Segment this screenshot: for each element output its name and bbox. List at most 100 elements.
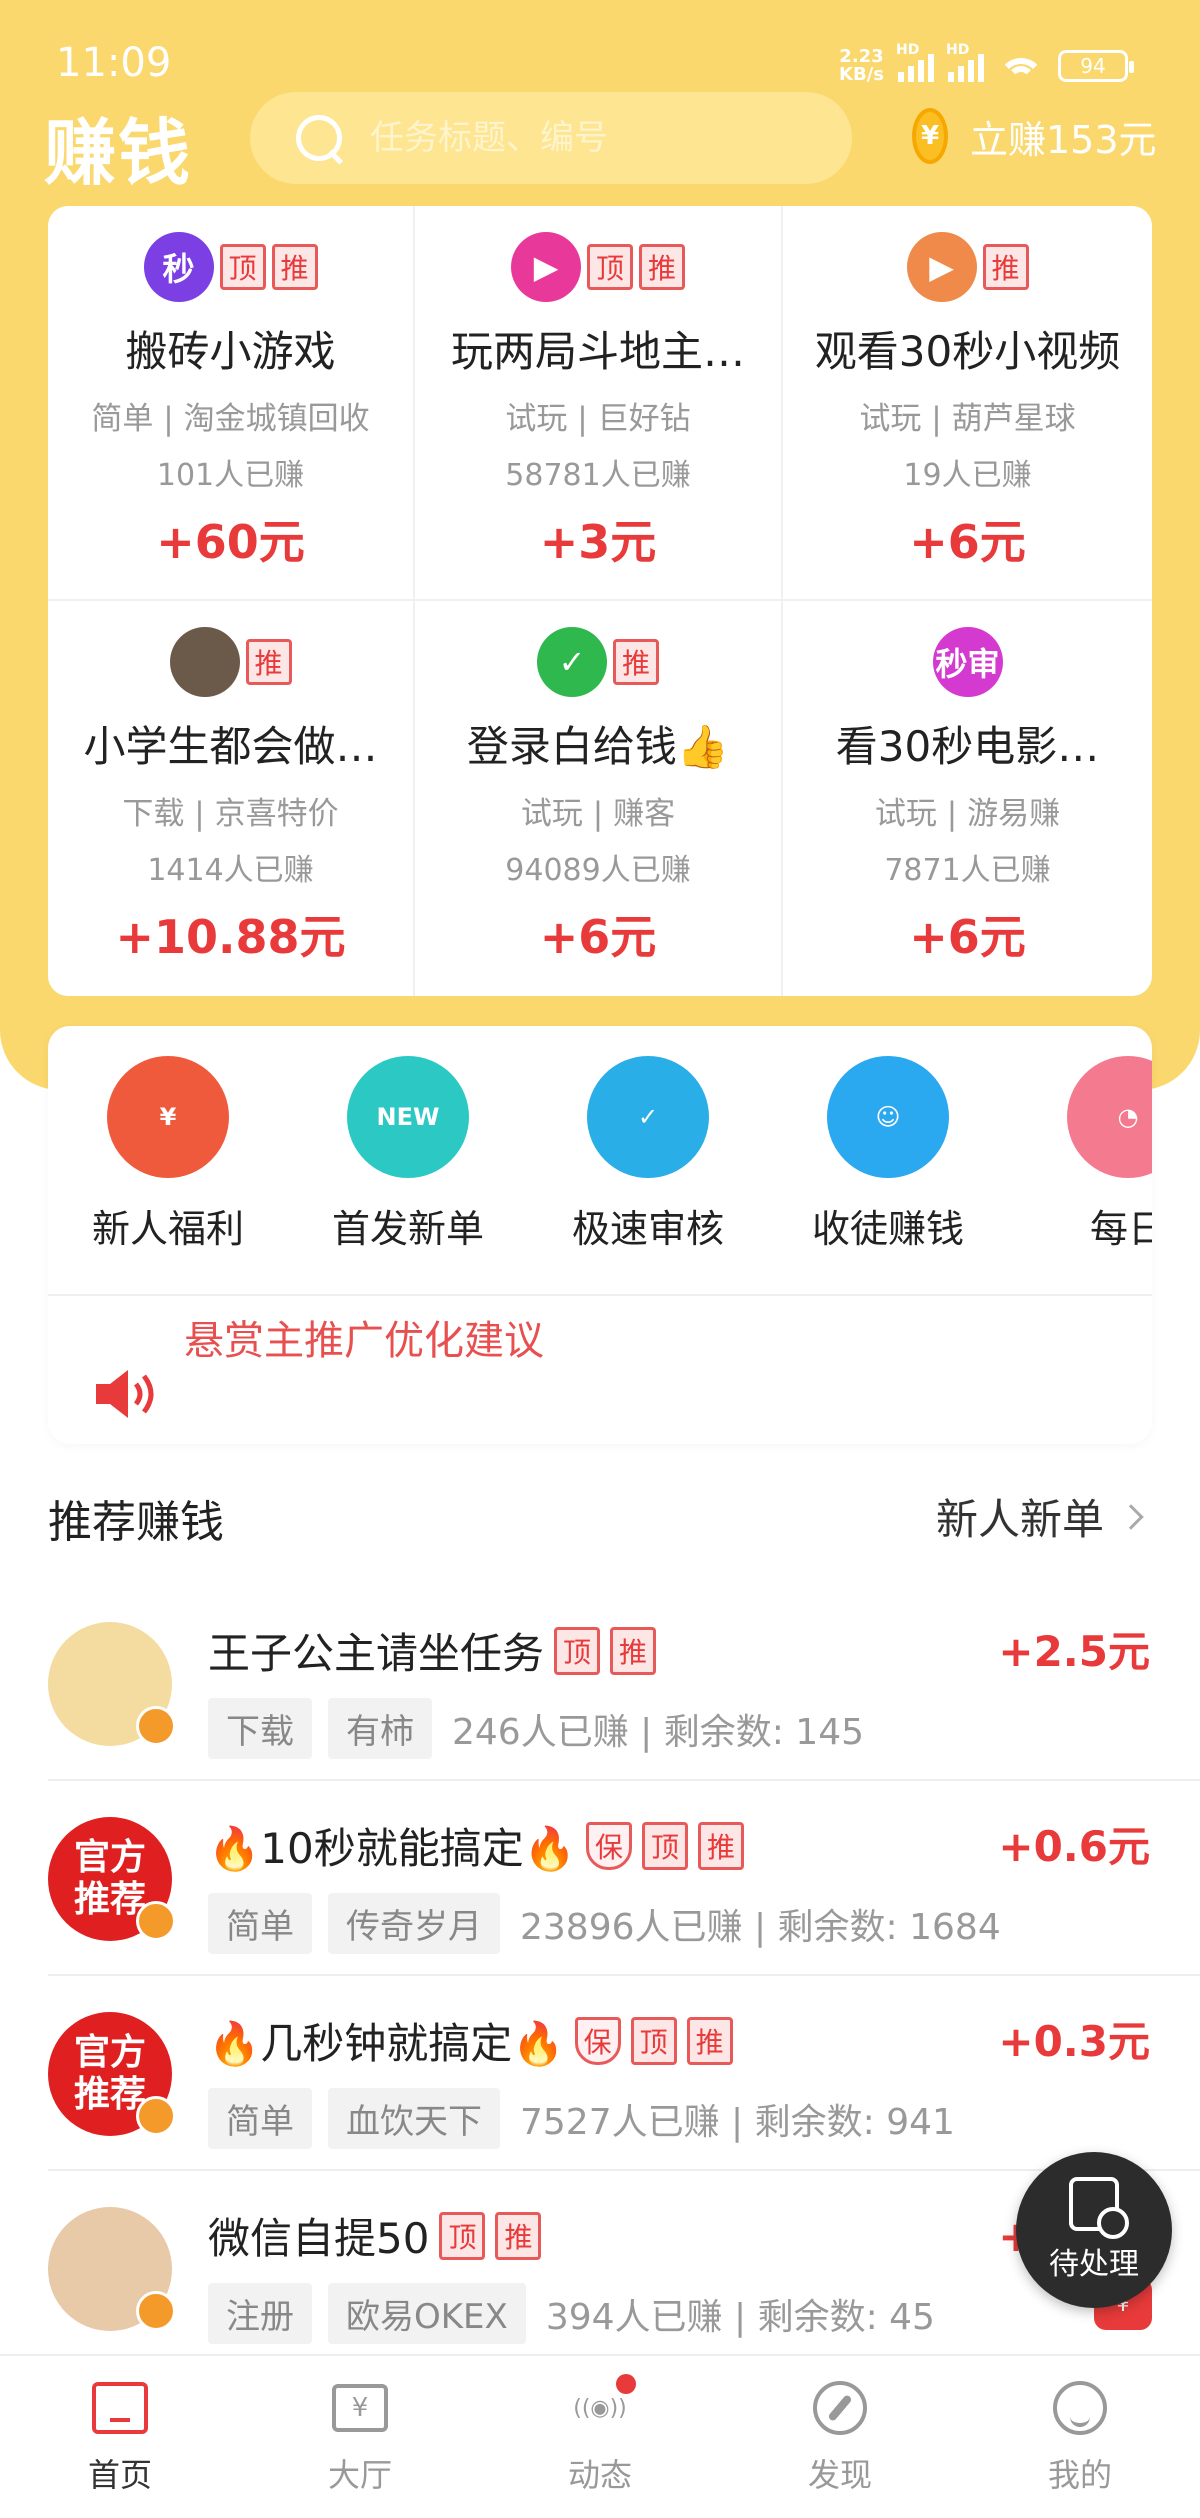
featured-task[interactable]: 秒顶推搬砖小游戏 简单 | 淘金城镇回收 101人已赚 +60元 (48, 206, 415, 601)
tag-badge: 推 (613, 639, 659, 685)
tag-badge: 推 (495, 2211, 542, 2260)
task-meta: 简单 血饮天下 7527人已赚 | 剩余数: 941 (208, 2088, 955, 2149)
featured-badges: 推 (169, 627, 292, 697)
featured-count: 94089人已赚 (505, 853, 691, 888)
tag-badge: 推 (639, 244, 685, 290)
tag-badge: 推 (271, 244, 318, 290)
signal-icon-2: HD (946, 42, 984, 82)
wifi-icon (998, 50, 1044, 82)
task-stats: 246人已赚 | 剩余数: 145 (452, 1711, 865, 1753)
section-title: 推荐赚钱 (48, 1497, 224, 1548)
coin-icon: ¥ (912, 108, 948, 164)
nav-label: 动态 (567, 2456, 632, 2494)
nav-home[interactable]: 首页 (0, 2356, 240, 2518)
featured-count: 19人已赚 (903, 458, 1032, 493)
featured-task[interactable]: 秒审 看30秒电影… 试玩 | 游易赚 7871人已赚 +6元 (783, 601, 1152, 996)
featured-price: +10.88元 (115, 910, 346, 964)
task-price: +0.6元 (998, 1822, 1150, 1871)
home-icon (90, 2378, 150, 2438)
featured-count: 58781人已赚 (505, 458, 691, 493)
task-row[interactable]: 官方推荐 🔥几秒钟就搞定🔥 保顶推简单 血饮天下 7527人已赚 | 剩余数: 941 +… (48, 1976, 1200, 2171)
task-title: 🔥10秒就能搞定🔥 (208, 1815, 576, 1876)
pending-button[interactable]: 待处理 (1016, 2152, 1172, 2308)
crown-icon (136, 2291, 176, 2331)
shield-icon: 保 (586, 1821, 633, 1870)
featured-price: +6元 (909, 910, 1026, 964)
task-avatar: ✓ (537, 627, 607, 697)
shield-icon: 保 (574, 2016, 621, 2065)
tag-badge: 推 (686, 2016, 733, 2065)
quick-menu-item[interactable]: NEW 首发新单 (288, 1056, 528, 1253)
task-chip: 传奇岁月 (328, 1893, 500, 1954)
task-stats: 7527人已赚 | 剩余数: 941 (520, 2101, 955, 2143)
tag-badge: 推 (610, 1626, 657, 1675)
net-speed: 2.23 KB/s (839, 46, 884, 85)
daily-icon: ◔ (1067, 1056, 1152, 1178)
task-row[interactable]: 王子公主请坐任务顶推下载 有柿 246人已赚 | 剩余数: 145 +2.5元 (48, 1586, 1200, 1781)
page-title: 赚钱 (44, 111, 193, 195)
task-chip: 欧易OKEX (328, 2283, 526, 2344)
quick-menu-label: 每日 (1089, 1207, 1152, 1251)
featured-badges: ▶ 顶推 (511, 232, 685, 302)
crown-icon (136, 1706, 176, 1746)
featured-subtitle: 试玩 | 巨好钻 (505, 401, 691, 437)
nav-ticket[interactable]: ¥ 大厅 (240, 2356, 480, 2518)
task-title-row: 微信自提50 顶推 (208, 2205, 542, 2266)
quick-menu-label: 极速审核 (571, 1207, 724, 1251)
search-input[interactable] (370, 118, 810, 158)
compass-icon (810, 2378, 870, 2438)
pending-label: 待处理 (1049, 2247, 1139, 2282)
featured-price: +6元 (909, 515, 1026, 569)
featured-title: 搬砖小游戏 (125, 327, 336, 376)
section-more-link[interactable]: 新人新单 (936, 1486, 1144, 1547)
featured-badges: 秒审 (932, 627, 1003, 697)
task-title: 微信自提50 (208, 2205, 429, 2266)
task-avatar (48, 2207, 176, 2331)
task-avatar (169, 627, 240, 697)
featured-title: 看30秒电影… (835, 722, 1100, 771)
quick-menu-item[interactable]: ¥ 新人福利 (48, 1056, 288, 1253)
task-chip: 注册 (208, 2283, 312, 2344)
quick-menu-label: 新人福利 (91, 1207, 244, 1251)
task-avatar: 官方推荐 (48, 1817, 176, 1941)
crown-icon (136, 1901, 176, 1941)
tag-badge: 顶 (219, 244, 266, 290)
featured-task[interactable]: ✓ 推登录白给钱👍 试玩 | 赚客 94089人已赚 +6元 (415, 601, 783, 996)
nav-radar[interactable]: ((◉)) 动态 (480, 2356, 720, 2518)
tag-badge: 顶 (587, 244, 633, 290)
earn-total[interactable]: ¥ 立赚153元 (912, 108, 1157, 164)
nav-profile[interactable]: 我的 (960, 2356, 1200, 2518)
chevron-right-icon (1118, 1503, 1144, 1530)
tag-badge: 顶 (554, 1626, 601, 1675)
notification-dot (616, 2374, 636, 2394)
task-meta: 下载 有柿 246人已赚 | 剩余数: 145 (208, 1698, 864, 1759)
task-avatar: 官方推荐 (48, 2012, 176, 2136)
quick-menu-card: ¥ 新人福利 NEW 首发新单 ✓ 极速审核 ☺ 收徒赚钱 ◔ 每日 悬赏主推广优化建议 (48, 1026, 1152, 1444)
check-doc-icon: ✓ (587, 1056, 709, 1178)
task-chip: 简单 (208, 2088, 312, 2149)
quick-menu-item[interactable]: ☺ 收徒赚钱 (768, 1056, 1008, 1253)
featured-task[interactable]: ▶ 顶推玩两局斗地主… 试玩 | 巨好钻 58781人已赚 +3元 (415, 206, 783, 601)
featured-subtitle: 试玩 | 葫芦星球 (859, 401, 1076, 437)
new-badge-icon: NEW (347, 1056, 469, 1178)
search-bar[interactable] (250, 92, 852, 184)
nav-compass[interactable]: 发现 (720, 2356, 960, 2518)
task-chip: 下载 (208, 1698, 312, 1759)
quick-menu-item[interactable]: ◔ 每日 (1008, 1056, 1152, 1253)
featured-task[interactable]: ▶ 推观看30秒小视频 试玩 | 葫芦星球 19人已赚 +6元 (783, 206, 1152, 601)
quick-menu-item[interactable]: ✓ 极速审核 (528, 1056, 768, 1253)
featured-subtitle: 试玩 | 游易赚 (874, 796, 1061, 832)
signal-icon: HD (896, 42, 934, 82)
featured-badges: ▶ 推 (906, 232, 1029, 302)
tag-badge: 顶 (630, 2016, 677, 2065)
nav-label: 发现 (807, 2456, 872, 2494)
featured-grid: 秒顶推搬砖小游戏 简单 | 淘金城镇回收 101人已赚 +60元 ▶ 顶推玩两局斗地主… 试… (48, 206, 1152, 996)
featured-task[interactable]: 推小学生都会做… 下载 | 京喜特价 1414人已赚 +10.88元 (48, 601, 415, 996)
tag-badge: 推 (245, 639, 292, 685)
notice-text[interactable]: 悬赏主推广优化建议 (184, 1308, 544, 1366)
featured-price: +6元 (539, 910, 657, 964)
featured-badges: ✓ 推 (537, 627, 659, 697)
nav-label: 我的 (1047, 2456, 1112, 2494)
task-row[interactable]: 官方推荐 🔥10秒就能搞定🔥 保顶推简单 传奇岁月 23896人已赚 | 剩余数: 16… (48, 1781, 1200, 1976)
featured-price: +60元 (156, 515, 305, 569)
